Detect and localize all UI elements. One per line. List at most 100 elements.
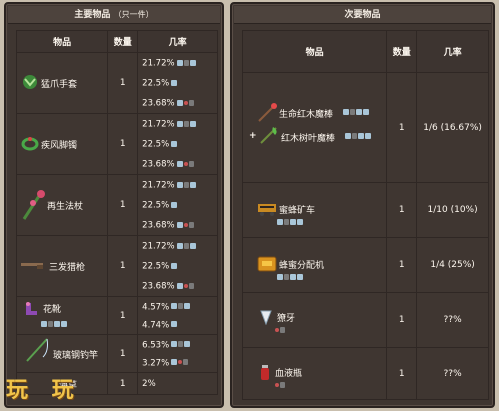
item-qty: 1 bbox=[107, 174, 139, 236]
blood-vial-icon bbox=[261, 365, 269, 380]
table-row: 蜂蜜分配机 1 1/4 (25%) bbox=[241, 237, 489, 293]
table-row: 生命红木魔棒 + 红木树叶魔棒 1 1/6 (16.67%) bbox=[241, 72, 489, 183]
anklet-icon bbox=[21, 137, 39, 151]
shotgun-icon bbox=[21, 263, 43, 269]
item-name[interactable]: 花靴 bbox=[43, 302, 61, 315]
chance-cell: 2% bbox=[137, 372, 218, 395]
chance-value: 23.68% bbox=[142, 220, 175, 231]
table-row: 血液瓶 1 ??% bbox=[241, 347, 489, 400]
item-name[interactable]: 红木树叶魔棒 bbox=[281, 131, 335, 144]
secondary-items-panel: 次要物品 物品 数量 几率 生命红木魔棒 + 红木树叶魔棒 1 1/6 (16.… bbox=[230, 2, 495, 408]
primary-items-title: 主要物品 （只一件） bbox=[8, 6, 220, 24]
table-row: 猛爪手套 1 21.72% 22.5% 23.68% bbox=[15, 52, 218, 114]
table-row: 花靴 1 4.57% 4.74% bbox=[15, 296, 218, 335]
chance-value: 21.72% bbox=[142, 58, 175, 69]
item-chance: 1/4 (25%) bbox=[416, 237, 489, 293]
item-qty: 1 bbox=[386, 182, 418, 238]
chance-value: 4.57% bbox=[142, 302, 170, 312]
chance-value: 23.68% bbox=[142, 98, 175, 109]
chance-value: 4.74% bbox=[142, 320, 170, 330]
item-chance: ??% bbox=[416, 347, 489, 400]
col-header-qty: 数量 bbox=[386, 30, 418, 73]
chance-value: 22.5% bbox=[142, 78, 170, 89]
primary-items-panel: 主要物品 （只一件） 物品 数量 几率 猛爪手套 1 21.72% 22.5% … bbox=[4, 2, 224, 408]
item-name[interactable]: 獠牙 bbox=[277, 311, 295, 324]
leaf-wand-icon bbox=[260, 127, 277, 144]
chance-cell: 21.72% 22.5% 23.68% bbox=[137, 113, 218, 175]
item-name[interactable]: 玻璃钢钓竿 bbox=[53, 348, 98, 361]
claw-glove-icon bbox=[23, 75, 37, 89]
chance-value: 22.5% bbox=[142, 261, 170, 272]
col-header-item: 物品 bbox=[241, 30, 388, 73]
chance-value: 21.72% bbox=[142, 119, 175, 130]
item-cell: 疾风脚镯 bbox=[15, 113, 109, 175]
site-watermark: 玩 玩 bbox=[6, 378, 82, 403]
item-name[interactable]: 蜂蜜分配机 bbox=[279, 258, 324, 271]
honey-dispenser-icon bbox=[257, 256, 277, 272]
item-qty: 1 bbox=[386, 347, 418, 400]
item-name[interactable]: 血液瓶 bbox=[275, 366, 302, 379]
chance-value: 6.53% bbox=[142, 340, 170, 350]
item-qty: 1 bbox=[107, 235, 139, 297]
plus-sign: + bbox=[249, 131, 257, 141]
item-cell: 三发猎枪 bbox=[15, 235, 109, 297]
item-chance: ??% bbox=[416, 292, 489, 348]
item-qty: 1 bbox=[386, 72, 418, 183]
wand-icon bbox=[258, 103, 277, 122]
chance-value: 23.68% bbox=[142, 159, 175, 170]
item-name[interactable]: 猛爪手套 bbox=[41, 77, 77, 90]
chance-cell: 21.72% 22.5% 23.68% bbox=[137, 52, 218, 114]
chance-value: 23.68% bbox=[142, 281, 175, 292]
item-qty: 1 bbox=[386, 237, 418, 293]
col-header-chance: 几率 bbox=[416, 30, 489, 73]
table-row: 獠牙 1 ??% bbox=[241, 292, 489, 348]
flower-boots-icon bbox=[26, 302, 37, 315]
table-row: 再生法杖 1 21.72% 22.5% 23.68% bbox=[15, 174, 218, 236]
bee-minecart-icon bbox=[258, 204, 276, 216]
primary-title-text: 主要物品 bbox=[74, 10, 111, 20]
chance-cell: 21.72% 22.5% 23.68% bbox=[137, 235, 218, 297]
item-name[interactable]: 蜜蜂矿车 bbox=[279, 203, 315, 216]
item-qty: 1 bbox=[107, 372, 139, 395]
item-qty: 1 bbox=[386, 292, 418, 348]
chance-value: 2% bbox=[142, 378, 156, 389]
item-qty: 1 bbox=[107, 296, 139, 335]
item-name[interactable]: 生命红木魔棒 bbox=[279, 107, 333, 120]
item-cell: 蜜蜂矿车 bbox=[241, 182, 388, 238]
chance-cell: 21.72% 22.5% 23.68% bbox=[137, 174, 218, 236]
item-qty: 1 bbox=[107, 334, 139, 373]
item-chance: 1/10 (10%) bbox=[416, 182, 489, 238]
item-cell: 獠牙 bbox=[241, 292, 388, 348]
item-cell: 蜂蜜分配机 bbox=[241, 237, 388, 293]
chance-value: 22.5% bbox=[142, 200, 170, 211]
col-header-item: 物品 bbox=[15, 30, 109, 53]
secondary-items-table: 物品 数量 几率 生命红木魔棒 + 红木树叶魔棒 1 1/6 (16.67%) bbox=[241, 30, 489, 400]
item-cell: 花靴 bbox=[15, 296, 109, 335]
item-chance: 1/6 (16.67%) bbox=[416, 72, 489, 183]
chance-value: 21.72% bbox=[142, 180, 175, 191]
chance-value: 21.72% bbox=[142, 241, 175, 252]
item-cell: 再生法杖 bbox=[15, 174, 109, 236]
primary-items-table: 物品 数量 几率 猛爪手套 1 21.72% 22.5% 23.68% 疾风脚镯… bbox=[15, 30, 218, 395]
chance-cell: 4.57% 4.74% bbox=[137, 296, 218, 335]
fishing-rod-icon bbox=[26, 338, 48, 362]
table-row: 蜜蜂矿车 1 1/10 (10%) bbox=[241, 182, 489, 238]
fang-icon bbox=[260, 310, 272, 325]
item-name[interactable]: 三发猎枪 bbox=[49, 260, 85, 273]
col-header-chance: 几率 bbox=[137, 30, 218, 53]
table-row: 三发猎枪 1 21.72% 22.5% 23.68% bbox=[15, 235, 218, 297]
staff-icon bbox=[22, 190, 45, 220]
item-name[interactable]: 再生法杖 bbox=[47, 199, 83, 212]
chance-value: 22.5% bbox=[142, 139, 170, 150]
item-cell: 血液瓶 bbox=[241, 347, 388, 400]
item-qty: 1 bbox=[107, 113, 139, 175]
table-row: 玻璃钢钓竿 1 6.53% 3.27% bbox=[15, 334, 218, 373]
item-name[interactable]: 疾风脚镯 bbox=[41, 138, 77, 151]
table-row: 疾风脚镯 1 21.72% 22.5% 23.68% bbox=[15, 113, 218, 175]
primary-title-note: （只一件） bbox=[113, 10, 154, 19]
item-cell: 生命红木魔棒 + 红木树叶魔棒 bbox=[241, 72, 388, 183]
item-cell: 猛爪手套 bbox=[15, 52, 109, 114]
item-cell: 玻璃钢钓竿 bbox=[15, 334, 109, 373]
chance-value: 3.27% bbox=[142, 358, 170, 368]
secondary-items-title: 次要物品 bbox=[234, 6, 491, 24]
